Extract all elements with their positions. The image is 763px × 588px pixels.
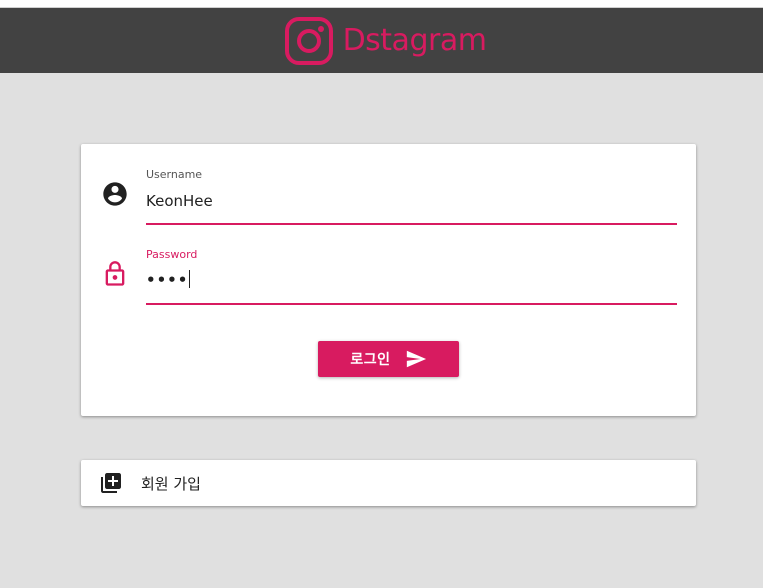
app-bar: Dstagram (0, 8, 763, 73)
library-add-icon (101, 473, 121, 493)
text-caret (189, 270, 191, 288)
password-underline (146, 303, 677, 305)
app-title: Dstagram (342, 23, 487, 58)
lock-icon (105, 261, 125, 286)
instagram-logo-icon (284, 16, 333, 65)
login-button-label: 로그인 (350, 352, 391, 368)
signup-label: 회원 가입 (141, 474, 201, 493)
window-top-edge (0, 0, 763, 8)
username-field[interactable]: Username KeonHee (81, 164, 696, 228)
password-masked-text: •••• (146, 271, 189, 289)
signup-card[interactable]: 회원 가입 (81, 460, 696, 506)
username-label: Username (146, 168, 203, 181)
password-input[interactable]: •••• (146, 270, 191, 289)
username-input[interactable]: KeonHee (146, 192, 213, 210)
brand[interactable]: Dstagram (283, 15, 487, 67)
login-button[interactable]: 로그인 (318, 341, 459, 377)
username-underline (146, 223, 677, 225)
password-label: Password (146, 248, 198, 261)
login-card: Username KeonHee Password •••• 로그인 (81, 144, 696, 416)
account-circle-icon (103, 182, 127, 206)
send-icon (406, 350, 426, 368)
password-field[interactable]: Password •••• (81, 244, 696, 308)
